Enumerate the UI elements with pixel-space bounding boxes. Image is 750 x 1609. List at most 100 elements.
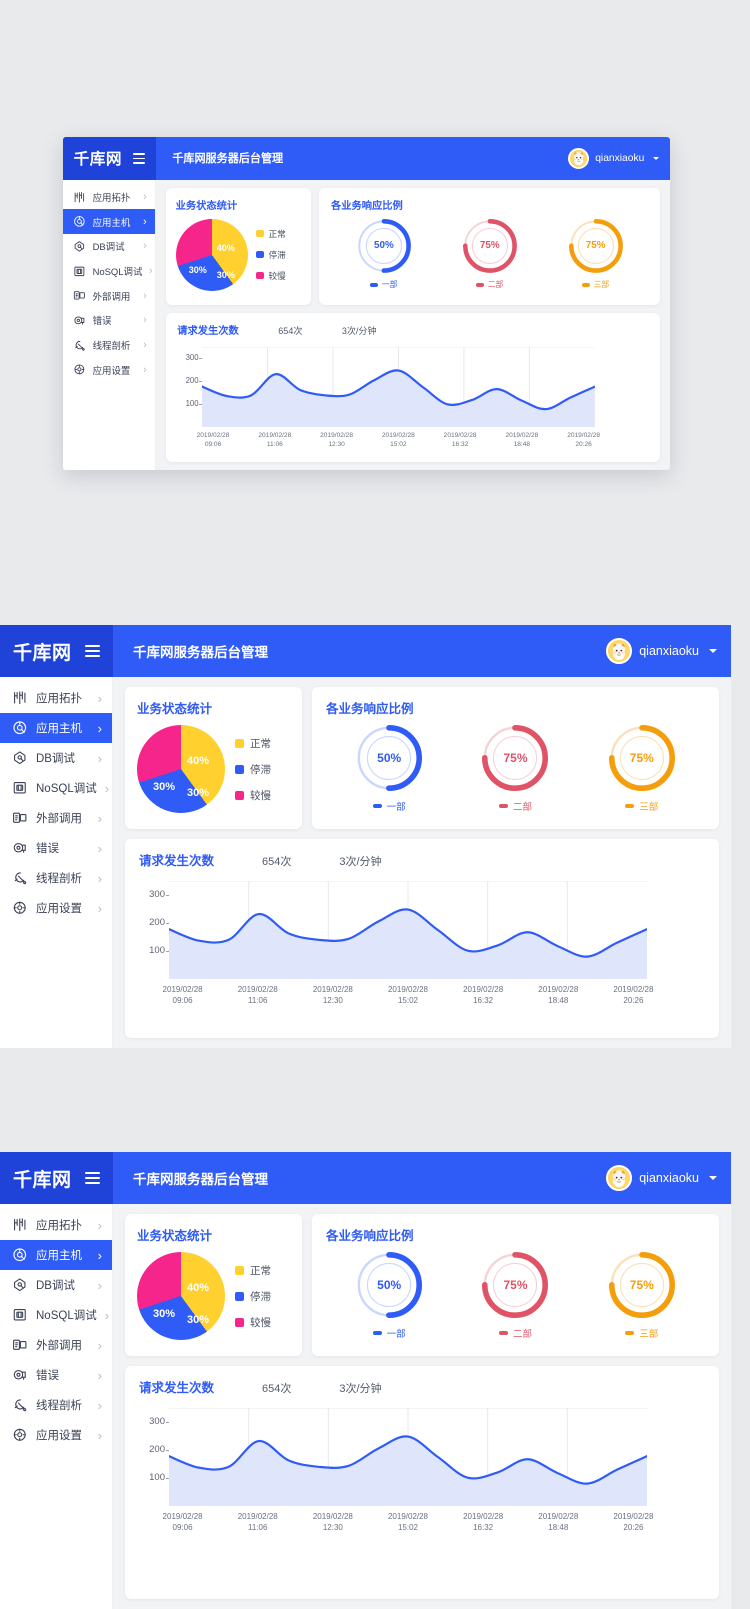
sidebar-item-label: 外部调用	[92, 291, 131, 303]
pie-legend-item[interactable]: 正常	[235, 736, 271, 751]
x-axis-tick: 2019/02/28 20:26	[596, 985, 671, 1007]
sidebar-item-8[interactable]: 应用设置 ›	[63, 357, 155, 382]
x-axis-tick: 2019/02/28 18:48	[491, 432, 553, 450]
response-ratio-title: 各业务响应比例	[330, 200, 403, 212]
x-tick-date: 2019/02/28	[443, 432, 477, 440]
hamburger-icon[interactable]	[132, 153, 146, 164]
sidebar-item-7[interactable]: 线程剖析 ›	[0, 863, 112, 893]
sidebar-item-label: 应用拓扑	[36, 1220, 82, 1232]
request-count-card: 请求发生次数 654次 3次/分钟 300 200 100 2019/02/28 09:06…	[165, 312, 661, 462]
sidebar-item-8[interactable]: 应用设置 ›	[0, 1420, 112, 1450]
x-tick-time: 12:30	[322, 1522, 343, 1532]
chevron-right-icon: ›	[97, 870, 102, 886]
error-icon	[12, 840, 28, 856]
hamburger-icon[interactable]	[85, 645, 100, 657]
sidebar-item-label: 应用拓扑	[36, 693, 82, 705]
user-menu[interactable]: qianxiaoku	[606, 1152, 731, 1204]
ring-value: 75%	[629, 1278, 654, 1292]
sidebar-item-1[interactable]: 应用拓扑 ›	[0, 1210, 112, 1240]
sidebar-item-6[interactable]: 错误 ›	[0, 1360, 112, 1390]
topology-icon	[12, 1217, 28, 1233]
sidebar-item-label: 线程剖析	[36, 873, 82, 885]
ring-legend[interactable]: 三部	[625, 799, 658, 813]
sidebar-item-1[interactable]: 应用拓扑 ›	[0, 683, 112, 713]
ring-legend[interactable]: 二部	[476, 279, 503, 290]
y-axis-tick: 300	[185, 353, 199, 363]
user-menu[interactable]: qianxiaoku	[606, 625, 731, 677]
sidebar-item-5[interactable]: 外部调用 ›	[0, 1330, 112, 1360]
ring-graphic: 75%	[568, 218, 624, 274]
ring-value: 50%	[377, 1278, 402, 1292]
sidebar-item-7[interactable]: 线程剖析 ›	[63, 333, 155, 358]
y-axis-tick: 200	[149, 1444, 165, 1455]
external-icon	[12, 810, 28, 826]
x-axis-tick: 2019/02/28 11:06	[244, 432, 306, 450]
ring-legend[interactable]: 一部	[372, 799, 406, 813]
ring-legend[interactable]: 三部	[582, 279, 609, 290]
pie-chart: 40% 30% 30%	[175, 218, 248, 291]
pie-legend-item[interactable]: 正常	[256, 228, 286, 240]
ring-chart-2: 75% 二部	[462, 218, 518, 291]
sidebar-item-3[interactable]: DB调试 ›	[63, 234, 155, 259]
pie-chart: 40% 30% 30%	[137, 725, 225, 813]
chevron-right-icon: ›	[143, 338, 147, 351]
pie-legend-item[interactable]: 较慢	[256, 270, 286, 282]
content-area: 业务状态统计 40% 30% 30% 正常 停滞 较慢 各业务响应比例 50% 一部 75% 二部…	[113, 677, 731, 1048]
x-tick-time: 18:48	[548, 995, 569, 1005]
x-axis-tick: 2019/02/28 16:32	[446, 1512, 521, 1534]
page-title: 千库网服务器后台管理	[133, 1172, 268, 1187]
chevron-right-icon: ›	[97, 1217, 102, 1233]
sidebar-item-4[interactable]: NoSQL调试 ›	[63, 259, 155, 284]
chevron-right-icon: ›	[104, 1307, 110, 1323]
pie-legend-item[interactable]: 正常	[235, 1263, 271, 1278]
x-axis-labels: 2019/02/28 09:06 2019/02/28 11:06 2019/02/28…	[182, 432, 614, 450]
sidebar-item-1[interactable]: 应用拓扑 ›	[63, 185, 155, 210]
ring-chart-1: 50% 一部	[355, 724, 423, 813]
sidebar-item-4[interactable]: NoSQL调试 ›	[0, 773, 112, 803]
brand-logo[interactable]: 千库网	[13, 1165, 72, 1192]
pie-legend-item[interactable]: 停滞	[235, 1289, 271, 1304]
x-tick-time: 11:06	[247, 995, 268, 1005]
host-icon	[73, 215, 86, 228]
chevron-down-icon[interactable]	[709, 1176, 717, 1180]
user-menu[interactable]: qianxiaoku	[568, 137, 670, 180]
ring-chart-2: 75% 二部	[481, 724, 549, 813]
chevron-right-icon: ›	[97, 690, 102, 706]
sidebar-item-4[interactable]: NoSQL调试 ›	[0, 1300, 112, 1330]
ring-legend[interactable]: 一部	[372, 1326, 406, 1340]
sidebar-item-7[interactable]: 线程剖析 ›	[0, 1390, 112, 1420]
ring-legend[interactable]: 二部	[498, 1326, 532, 1340]
sidebar-item-3[interactable]: DB调试 ›	[0, 743, 112, 773]
sidebar-item-2[interactable]: 应用主机 ›	[0, 713, 112, 743]
sidebar-item-6[interactable]: 错误 ›	[63, 308, 155, 333]
ring-value: 75%	[479, 240, 500, 252]
pie-legend-item[interactable]: 较慢	[235, 788, 271, 803]
chevron-right-icon: ›	[97, 750, 102, 766]
sidebar-item-2[interactable]: 应用主机 ›	[63, 209, 155, 234]
x-axis-tick: 2019/02/28 12:30	[295, 985, 370, 1007]
brand-logo[interactable]: 千库网	[74, 147, 122, 169]
y-axis-tick-mark	[166, 951, 169, 952]
sidebar-item-5[interactable]: 外部调用 ›	[63, 283, 155, 308]
pie-legend-item[interactable]: 较慢	[235, 1315, 271, 1330]
sidebar-item-6[interactable]: 错误 ›	[0, 833, 112, 863]
ring-legend[interactable]: 三部	[625, 1326, 658, 1340]
chevron-down-icon[interactable]	[652, 156, 659, 160]
chevron-down-icon[interactable]	[709, 649, 717, 653]
ring-legend[interactable]: 二部	[498, 799, 532, 813]
pie-legend-item[interactable]: 停滞	[256, 249, 286, 261]
response-ratio-title: 各业务响应比例	[326, 1229, 414, 1243]
chevron-right-icon: ›	[97, 1427, 102, 1443]
sidebar-item-2[interactable]: 应用主机 ›	[0, 1240, 112, 1270]
hamburger-icon[interactable]	[85, 1172, 100, 1184]
pie-legend-item[interactable]: 停滞	[235, 762, 271, 777]
user-name: qianxiaoku	[639, 644, 699, 658]
ring-legend[interactable]: 一部	[370, 279, 397, 290]
pie-chart-wrap: 40% 30% 30% 正常 停滞 较慢	[137, 1252, 290, 1340]
brand-logo[interactable]: 千库网	[13, 638, 72, 665]
sidebar-item-8[interactable]: 应用设置 ›	[0, 893, 112, 923]
sidebar-item-3[interactable]: DB调试 ›	[0, 1270, 112, 1300]
sidebar-item-label: 应用设置	[36, 1430, 82, 1442]
screenshot-root: 千库网 千库网服务器后台管理 qianxiaoku 应用拓扑 › 应用主机 › DB调试 › N…	[0, 0, 750, 1609]
sidebar-item-5[interactable]: 外部调用 ›	[0, 803, 112, 833]
